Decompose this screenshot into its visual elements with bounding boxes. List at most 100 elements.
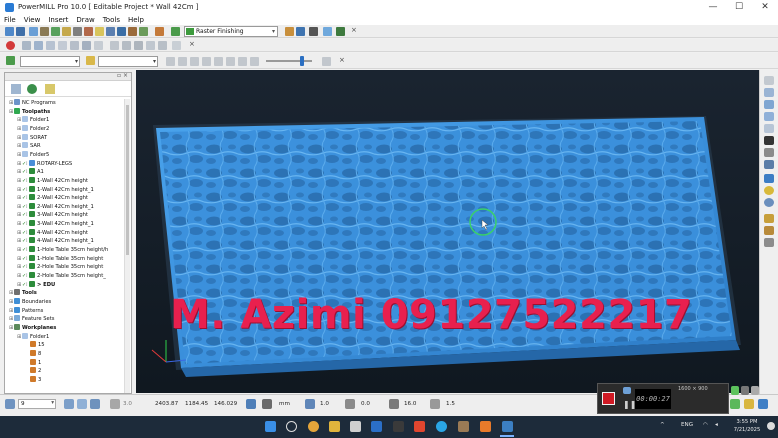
view-iso-icon[interactable] — [22, 41, 31, 50]
tree-node[interactable]: ⊞ Patterns — [9, 306, 43, 315]
tree-node[interactable]: ⊞✓⁞ 1-Wall 42Cm height — [17, 176, 88, 185]
block-icon[interactable] — [29, 27, 38, 36]
right-model-icon[interactable] — [764, 174, 774, 183]
sim-speed-slider[interactable] — [266, 60, 312, 62]
sim-strategy-icon[interactable] — [6, 56, 15, 65]
right-globe-icon[interactable] — [764, 198, 774, 207]
model-view[interactable] — [136, 70, 759, 393]
tree-node[interactable]: 1 — [25, 358, 41, 367]
right-draft-icon[interactable] — [764, 124, 774, 133]
right-layer-icon[interactable] — [764, 160, 774, 169]
tree-node[interactable]: 8 — [25, 349, 41, 358]
shading-icon[interactable] — [158, 41, 167, 50]
stop-calc-icon[interactable] — [6, 41, 15, 50]
sim-start-icon[interactable] — [238, 57, 247, 66]
calculator-icon[interactable] — [95, 27, 104, 36]
recorder-rect-icon[interactable] — [731, 386, 739, 395]
tray-chevron-icon[interactable]: ^ — [660, 422, 665, 428]
view-front-icon[interactable] — [46, 41, 55, 50]
zoom-in-icon[interactable] — [122, 41, 131, 50]
system-clock[interactable]: 3:55 PM 7/21/2025 — [727, 418, 767, 434]
wireframe-icon[interactable] — [172, 41, 181, 50]
recorder-minimize-icon[interactable] — [741, 386, 749, 395]
zoom-fit-icon[interactable] — [110, 41, 119, 50]
tree-node[interactable]: ⊞ SORAT — [17, 133, 47, 142]
tree-node[interactable]: ⊞✓⁞ 3-Wall 42Cm height — [17, 211, 88, 219]
tree-node[interactable]: ⊞✓⁞ 4-Wall 42Cm height_1 — [17, 237, 94, 245]
app-icon-3[interactable] — [458, 421, 469, 432]
view-left-icon[interactable] — [70, 41, 79, 50]
close-view-toolbar-button[interactable]: × — [189, 40, 195, 48]
nc-program-icon[interactable] — [155, 27, 164, 36]
powermill-taskbar-icon[interactable] — [502, 421, 513, 432]
tree-node[interactable]: ⊞✓⁞ 1-Hole Table 35cm height — [17, 254, 103, 263]
pause-icon[interactable]: ❚❚ — [623, 400, 636, 409]
offset-value[interactable]: 0.0 — [361, 401, 370, 407]
sim-rewind-icon[interactable] — [214, 57, 223, 66]
collision-check-icon[interactable] — [309, 27, 318, 36]
view-bottom-icon[interactable] — [94, 41, 103, 50]
graphics-viewport[interactable]: M. Azimi 09127522217 — [136, 70, 759, 393]
view-top-icon[interactable] — [34, 41, 43, 50]
tree-node[interactable]: 3 — [25, 375, 41, 384]
drill-icon[interactable] — [106, 27, 115, 36]
workplane-icon[interactable] — [117, 27, 126, 36]
right-light-icon[interactable] — [764, 186, 774, 195]
sim-fast-forward-icon[interactable] — [226, 57, 235, 66]
tree-node[interactable]: ⊞ Boundaries — [9, 297, 51, 306]
tree-node[interactable]: ⊞✓⁞ 2-Wall 42Cm height_1 — [17, 202, 94, 211]
increment-value[interactable]: 1.5 — [446, 401, 455, 407]
tray-folder-icon[interactable] — [744, 399, 754, 409]
chrome-icon[interactable] — [308, 421, 319, 432]
recorder-close-icon[interactable] — [751, 386, 759, 395]
step-value[interactable]: 1.0 — [320, 401, 329, 407]
zoom-out-icon[interactable] — [134, 41, 143, 50]
layer-icon[interactable] — [336, 27, 345, 36]
tree-node[interactable]: ⊞✓⁞ 2-Wall 42Cm height — [17, 194, 88, 202]
pattern-icon[interactable] — [139, 27, 148, 36]
snap-icon[interactable] — [246, 399, 256, 409]
record-stop-button[interactable] — [602, 392, 615, 405]
tree-node[interactable]: ⊞✓⁞ > EDU — [17, 280, 55, 289]
feeds-icon[interactable] — [73, 27, 82, 36]
word-icon[interactable] — [371, 421, 382, 432]
right-shade-icon[interactable] — [764, 88, 774, 97]
right-plain-icon[interactable] — [764, 100, 774, 109]
verify-icon[interactable] — [296, 27, 305, 36]
close-toolbar-button[interactable]: × — [351, 26, 357, 34]
sim-step-back-icon[interactable] — [190, 57, 199, 66]
sim-end-icon[interactable] — [250, 57, 259, 66]
menu-draw[interactable]: Draw — [72, 16, 98, 24]
sim-settings-icon[interactable] — [322, 57, 331, 66]
tree-node[interactable]: ⊞✓⁞ 2-Hole Table 35cm height_ — [17, 272, 106, 280]
sim-tool-icon[interactable] — [86, 56, 95, 65]
workplane-selector[interactable]: 9 ▾ — [18, 399, 56, 409]
sim-play-icon[interactable] — [166, 57, 175, 66]
tree-node[interactable]: ⊞✓⁞ 2-Hole Table 35cm height — [17, 263, 103, 271]
right-view-icon[interactable] — [764, 76, 774, 85]
tab-explorer-tree-icon[interactable] — [11, 84, 21, 94]
tree-node[interactable]: ⊞ Feature Sets — [9, 315, 54, 323]
leads-icon[interactable] — [62, 27, 71, 36]
angle-value[interactable]: 16.0 — [404, 401, 416, 407]
tree-node[interactable]: 15 — [25, 341, 45, 349]
sim-tool-dropdown[interactable]: ▾ — [98, 56, 158, 67]
tree-node[interactable]: ⊞ Folder1 — [17, 332, 49, 341]
speaker-icon[interactable]: ◂ — [715, 422, 718, 428]
explorer-scrollbar[interactable] — [124, 99, 130, 393]
tree-node[interactable]: ⊞✓⁞ 4-Wall 42Cm height — [17, 228, 88, 237]
right-multi-icon[interactable] — [764, 112, 774, 121]
app-icon-4[interactable] — [480, 421, 491, 432]
right-box-icon[interactable] — [764, 148, 774, 157]
close-window-button[interactable]: ✕ — [752, 0, 778, 14]
notification-icon[interactable] — [767, 422, 775, 430]
language-indicator[interactable]: ENG — [681, 422, 693, 428]
tree-node[interactable]: ⊞✓⁞ A1 — [17, 168, 44, 176]
strategy-selector[interactable]: Raster Finishing ▾ — [184, 26, 278, 37]
tree-node[interactable]: ⊞ Tools — [9, 289, 37, 297]
tree-node[interactable]: ⊞ Folder5 — [17, 150, 49, 159]
menu-file[interactable]: File — [0, 16, 20, 24]
explorer-scroll-thumb[interactable] — [126, 105, 129, 255]
explorer-pin-icon[interactable]: ▫ × — [117, 72, 128, 79]
tab-globe-icon[interactable] — [27, 84, 37, 94]
